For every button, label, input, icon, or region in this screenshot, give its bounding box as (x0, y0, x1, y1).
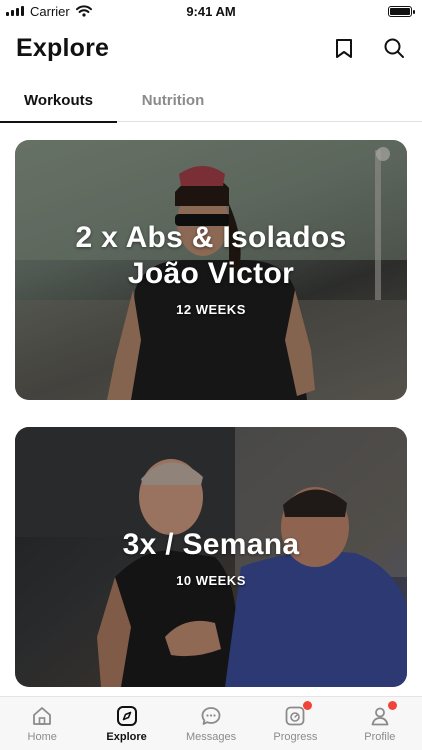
nav-item-messages[interactable]: Messages (169, 697, 253, 750)
chat-icon (199, 704, 223, 728)
battery-icon (388, 5, 415, 17)
status-time: 9:41 AM (186, 3, 236, 19)
notification-badge (387, 701, 397, 710)
card-duration: 10 WEEKS (176, 573, 246, 588)
tab-nutrition[interactable]: Nutrition (117, 78, 229, 122)
wifi-icon (75, 5, 92, 17)
nav-item-explore[interactable]: Explore (84, 697, 168, 750)
compass-icon (115, 704, 139, 728)
card-title: 2 x Abs & Isolados João Victor (46, 220, 376, 292)
card-text: 3x / Semana 10 WEEKS (15, 527, 407, 588)
nav-label: Explore (106, 731, 147, 743)
header-actions (332, 36, 406, 60)
nav-label: Progress (273, 731, 318, 743)
bottom-nav: Home Explore Messages Progress Profile (0, 696, 422, 750)
home-icon (30, 704, 54, 728)
nav-item-profile[interactable]: Profile (338, 697, 422, 750)
nav-label: Messages (185, 731, 237, 743)
carrier-label: Carrier (30, 3, 70, 19)
workout-card[interactable]: 2 x Abs & Isolados João Victor 12 WEEKS (15, 140, 407, 400)
page-title: Explore (16, 33, 110, 62)
progress-icon (283, 701, 313, 728)
nav-label: Profile (364, 731, 396, 743)
tab-bar: Workouts Nutrition (0, 78, 422, 123)
notification-badge (303, 701, 313, 710)
status-left: Carrier (6, 4, 92, 19)
workout-card[interactable]: 3x / Semana 10 WEEKS (15, 427, 407, 687)
card-duration: 12 WEEKS (176, 302, 246, 317)
nav-label: Home (27, 731, 57, 743)
header: Explore (0, 28, 422, 68)
card-title: 3x / Semana (122, 528, 300, 561)
nav-item-progress[interactable]: Progress (253, 697, 337, 750)
card-text: 2 x Abs & Isolados João Victor 12 WEEKS (15, 220, 407, 317)
search-button[interactable] (382, 36, 406, 60)
bookmark-icon (336, 38, 352, 58)
status-bar: Carrier 9:41 AM (0, 0, 422, 22)
search-icon (384, 38, 404, 58)
nav-item-home[interactable]: Home (0, 697, 84, 750)
profile-icon (368, 701, 397, 728)
tab-workouts[interactable]: Workouts (0, 78, 117, 123)
signal-icon (6, 6, 24, 16)
bookmark-button[interactable] (332, 36, 356, 60)
card-title-text: 2 x Abs & Isolados João Victor (75, 221, 347, 290)
